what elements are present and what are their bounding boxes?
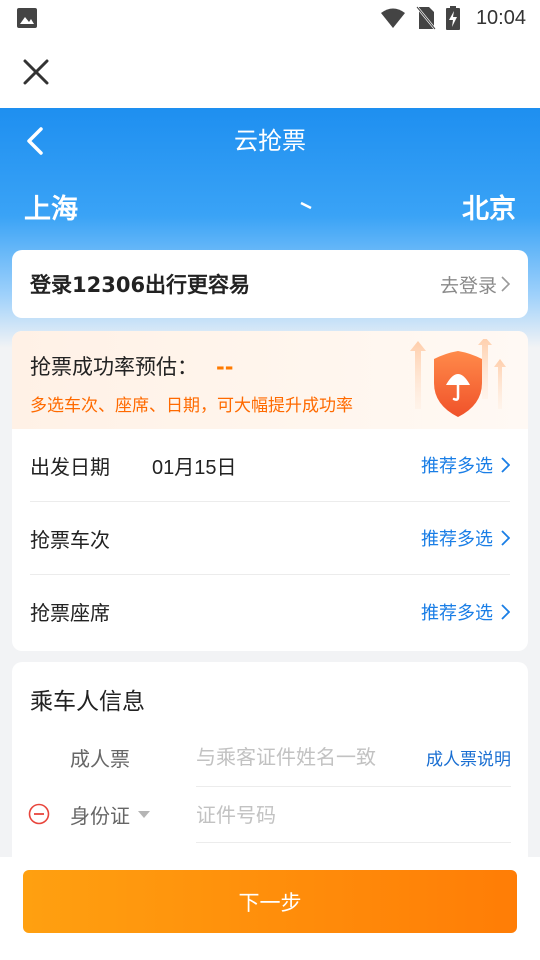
train-number-label: 抢票车次 xyxy=(30,527,110,552)
departure-date-multi-select[interactable]: 推荐多选 xyxy=(421,452,510,478)
id-number-input[interactable] xyxy=(196,799,496,831)
login-card[interactable]: 登录12306出行更容易 去登录 xyxy=(12,250,528,318)
train-number-row[interactable]: 抢票车次 推荐多选 xyxy=(30,502,510,575)
battery-charging-icon xyxy=(445,6,460,30)
departure-date-value: 01月15日 xyxy=(152,456,237,479)
wifi-icon xyxy=(380,8,405,28)
divider xyxy=(196,842,511,843)
id-type-value: 身份证 xyxy=(70,804,130,828)
success-rate-banner: 抢票成功率预估： -- 多选车次、座席、日期，可大幅提升成功率 xyxy=(12,331,528,429)
login-link-label: 去登录 xyxy=(439,274,497,297)
departure-date-row[interactable]: 出发日期 01月15日 推荐多选 xyxy=(30,429,510,502)
departure-date-label: 出发日期 xyxy=(30,454,110,479)
top-close-bar xyxy=(0,36,540,108)
passenger-name-input[interactable] xyxy=(196,741,416,773)
remove-passenger-icon[interactable] xyxy=(28,803,50,825)
chevron-right-icon xyxy=(501,530,510,546)
multi-select-label: 推荐多选 xyxy=(421,529,493,550)
caret-down-icon xyxy=(138,810,150,818)
passenger-section-title: 乘车人信息 xyxy=(30,689,145,715)
page-title: 云抢票 xyxy=(234,127,306,155)
seat-class-row[interactable]: 抢票座席 推荐多选 xyxy=(30,575,510,648)
no-sim-icon xyxy=(415,6,436,30)
status-bar: 10:04 xyxy=(0,0,540,36)
chevron-right-icon xyxy=(501,457,510,473)
arrival-city[interactable]: 北京 xyxy=(462,187,516,226)
train-number-multi-select[interactable]: 推荐多选 xyxy=(421,525,510,551)
multi-select-label: 推荐多选 xyxy=(421,602,493,624)
seat-class-multi-select[interactable]: 推荐多选 xyxy=(421,599,510,625)
route-arrow-icon xyxy=(229,201,312,210)
divider xyxy=(196,786,511,787)
shield-umbrella-icon xyxy=(410,339,506,417)
adult-ticket-info-link[interactable]: 成人票说明 xyxy=(426,745,511,770)
success-rate-title: 抢票成功率预估： xyxy=(30,355,198,379)
success-rate-value: -- xyxy=(216,355,234,379)
login-link[interactable]: 去登录 xyxy=(440,271,510,298)
id-type-select[interactable]: 身份证 xyxy=(70,800,150,829)
ticket-type-label: 成人票 xyxy=(70,747,130,771)
status-time: 10:04 xyxy=(475,6,526,29)
departure-city[interactable]: 上海 xyxy=(24,187,78,226)
chevron-right-icon xyxy=(501,603,510,620)
image-icon xyxy=(17,8,37,28)
ticket-options-card: 抢票成功率预估： -- 多选车次、座席、日期，可大幅提升成功率 出发日期 01月… xyxy=(12,331,528,651)
close-button[interactable] xyxy=(20,56,52,88)
login-prompt: 登录12306出行更容易 xyxy=(30,273,251,297)
close-icon xyxy=(23,59,49,85)
multi-select-label: 推荐多选 xyxy=(421,456,493,477)
chevron-right-icon xyxy=(501,276,510,292)
next-step-button[interactable]: 下一步 xyxy=(23,870,517,933)
seat-class-label: 抢票座席 xyxy=(30,601,110,625)
